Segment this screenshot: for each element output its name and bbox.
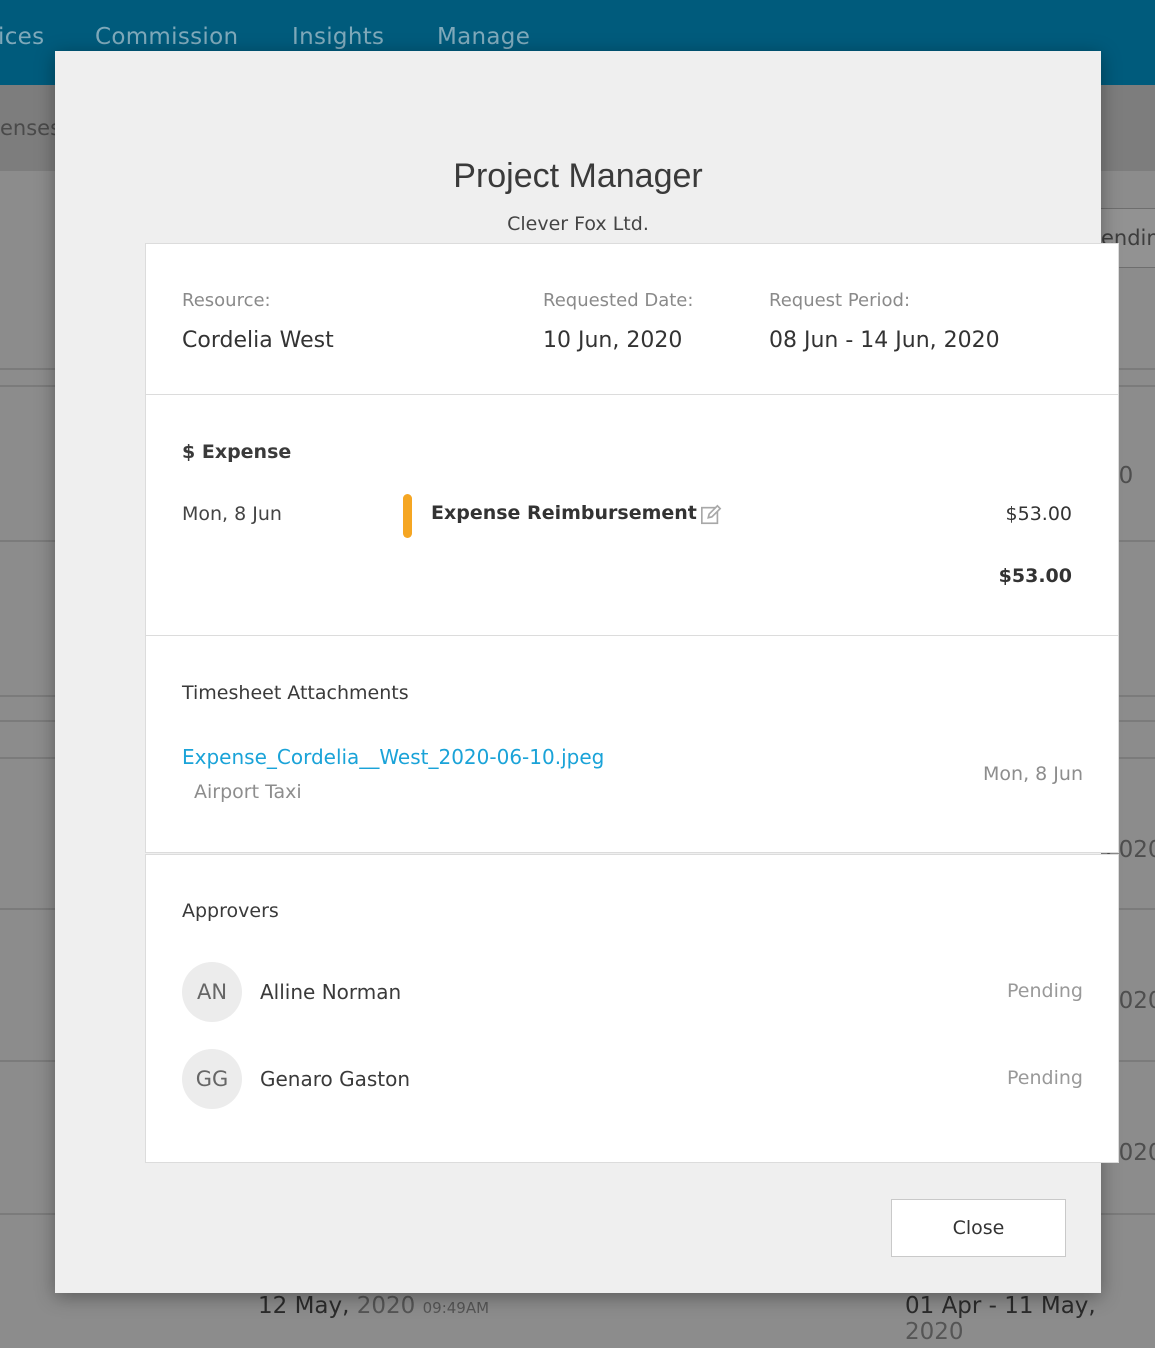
resource-label: Resource:: [182, 290, 271, 311]
request-info-card: Resource: Cordelia West Requested Date: …: [145, 243, 1119, 395]
attachment-note: Airport Taxi: [194, 781, 302, 803]
requested-date-value: 10 Jun, 2020: [543, 328, 683, 353]
attachments-section-title: Timesheet Attachments: [182, 682, 409, 704]
row-submitted-date: 12 May, 2020 09:49AM: [258, 1293, 489, 1319]
expense-type-color-bar: [403, 494, 412, 538]
expense-detail-modal: Project Manager Clever Fox Ltd. Resource…: [55, 51, 1119, 1293]
request-period-value: 08 Jun - 14 Jun, 2020: [769, 328, 1000, 353]
approvers-section-title: Approvers: [182, 900, 279, 922]
expense-section-title: $ Expense: [182, 441, 292, 463]
request-period-label: Request Period:: [769, 290, 911, 311]
approvers-card: Approvers AN Alline Norman Pending GG Ge…: [145, 854, 1119, 1163]
row-time: 09:49AM: [422, 1299, 490, 1317]
avatar-initials: GG: [195, 1067, 229, 1091]
avatar-initials: AN: [196, 980, 228, 1004]
approver-status: Pending: [1007, 980, 1083, 1002]
expense-row-amount: $53.00: [1005, 503, 1072, 525]
row-period-year: 2020: [905, 1319, 964, 1345]
avatar: GG: [182, 1049, 242, 1109]
row-period: 01 Apr - 11 May, 2020: [905, 1293, 1155, 1345]
expense-total: $53.00: [998, 565, 1072, 587]
nav-item-insights[interactable]: Insights: [292, 24, 384, 50]
approver-name: Alline Norman: [260, 980, 402, 1004]
approver-status: Pending: [1007, 1067, 1083, 1089]
approver-name: Genaro Gaston: [260, 1067, 411, 1091]
edit-icon[interactable]: [700, 504, 722, 526]
nav-item-invoices[interactable]: ices: [0, 24, 44, 50]
modal-subtitle: Clever Fox Ltd.: [507, 213, 649, 235]
attachments-card: Timesheet Attachments Expense_Cordelia__…: [145, 635, 1119, 853]
nav-item-manage[interactable]: Manage: [437, 24, 530, 50]
expense-card: $ Expense Mon, 8 Jun Expense Reimburseme…: [145, 394, 1119, 636]
avatar: AN: [182, 962, 242, 1022]
nav-item-commission[interactable]: Commission: [95, 24, 238, 50]
modal-title: Project Manager: [453, 157, 703, 195]
row-date-year: 2020: [356, 1293, 416, 1319]
subnav-item-expenses[interactable]: enses: [0, 116, 61, 140]
resource-value: Cordelia West: [182, 328, 334, 353]
expense-row-date: Mon, 8 Jun: [182, 503, 282, 525]
row-period-range: 01 Apr - 11 May,: [905, 1293, 1096, 1319]
close-button[interactable]: Close: [891, 1199, 1066, 1257]
attachment-link[interactable]: Expense_Cordelia__West_2020-06-10.jpeg: [182, 745, 604, 769]
attachment-date: Mon, 8 Jun: [983, 763, 1083, 785]
close-button-label: Close: [952, 1217, 1005, 1239]
requested-date-label: Requested Date:: [543, 290, 694, 311]
row-date: 12 May,: [258, 1293, 350, 1319]
expense-row-name: Expense Reimbursement: [431, 502, 697, 524]
